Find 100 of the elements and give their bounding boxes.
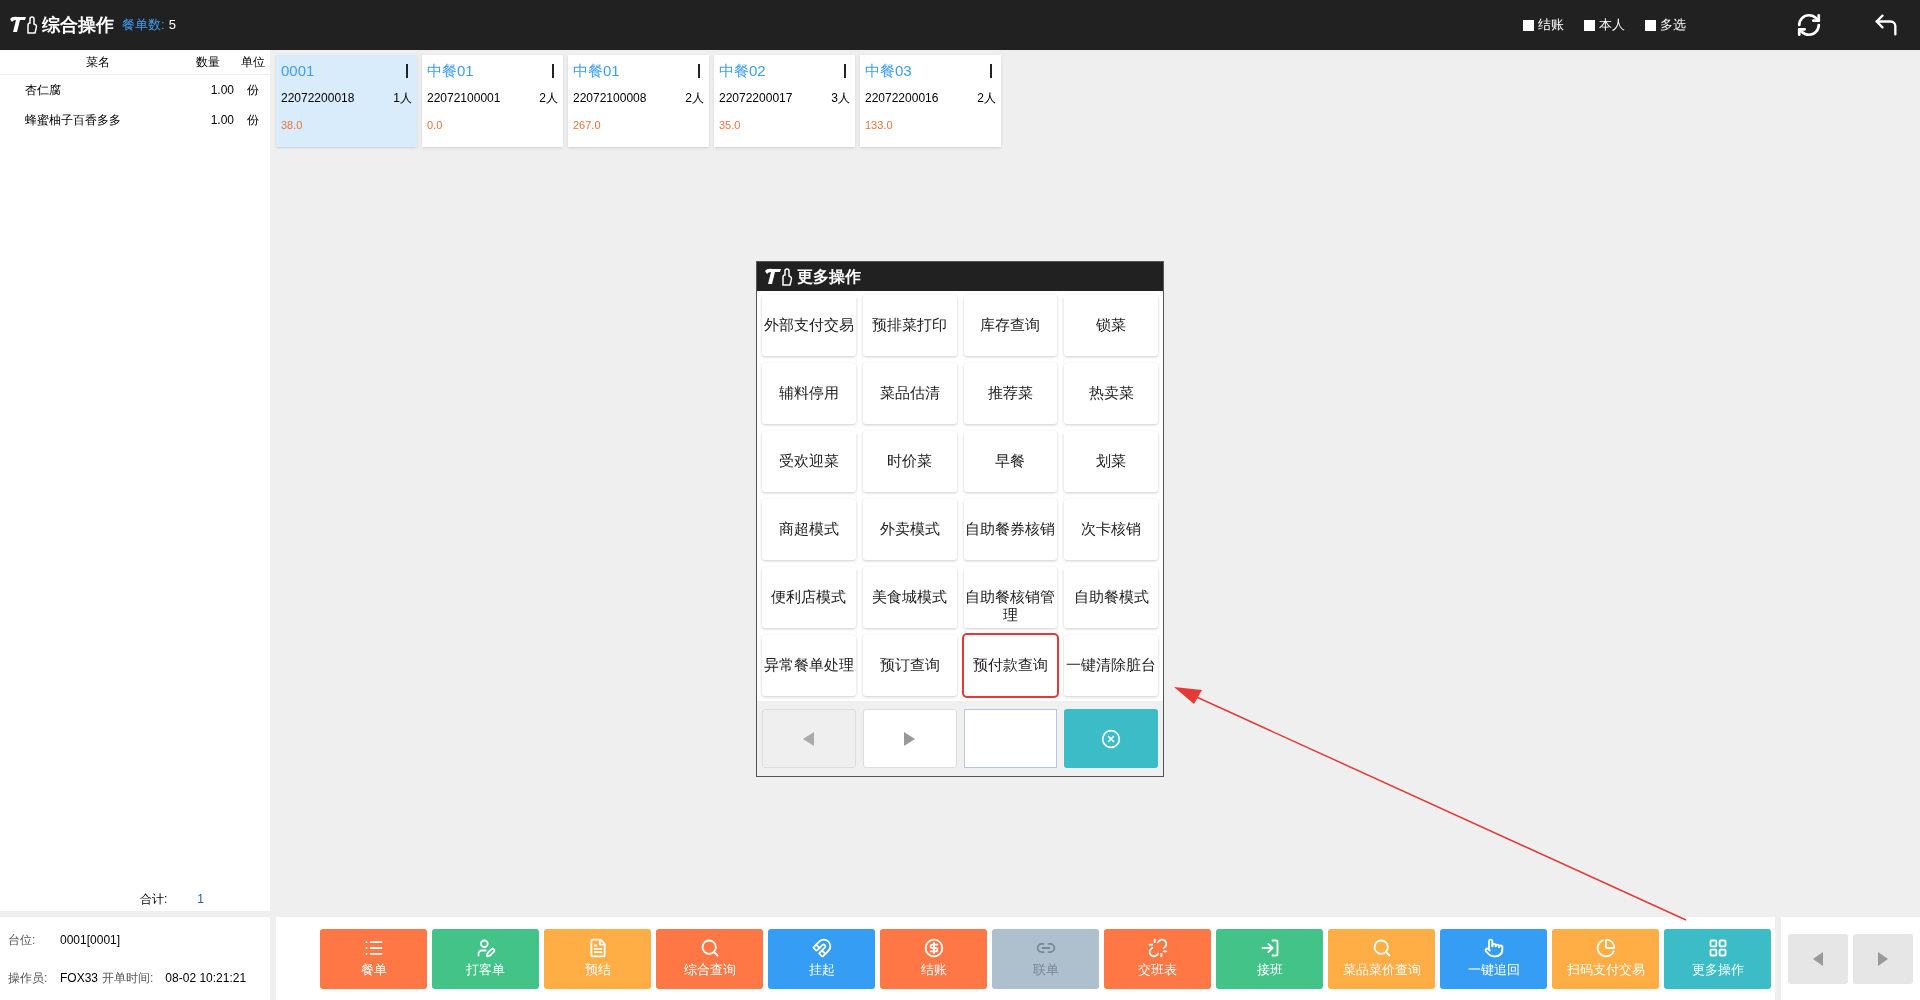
operation-button[interactable]: 一键清除脏台 — [1064, 635, 1158, 696]
left-triangle-icon — [803, 731, 815, 746]
total-label: 合计: — [140, 891, 168, 908]
column-header: 数量 — [195, 54, 220, 71]
search-icon — [699, 937, 720, 958]
operation-button[interactable]: 次卡核销 — [1064, 499, 1158, 560]
right-triangle-icon — [904, 731, 916, 746]
note-icon — [587, 937, 608, 958]
dialog-logo-icon — [763, 266, 793, 287]
guest-count: 3人 — [831, 89, 850, 107]
operation-button[interactable]: 自助餐核销管理 — [963, 567, 1058, 628]
refresh-icon[interactable] — [1796, 12, 1822, 38]
column-header: 单位 — [240, 54, 265, 71]
operator-value: FOX33 — [60, 969, 98, 987]
dish-unit: 份 — [246, 82, 259, 99]
person-pen-icon — [475, 937, 496, 958]
order-amount: 0.0 — [427, 117, 444, 133]
order-number: 22072100008 — [573, 89, 647, 107]
operation-button[interactable]: 热卖菜 — [1064, 363, 1158, 424]
operation-button[interactable]: 菜品估清 — [862, 363, 957, 424]
operation-button[interactable]: 辅料停用 — [762, 363, 856, 424]
order-amount: 267.0 — [573, 117, 602, 133]
table-label: 台位: — [8, 931, 37, 949]
operation-button[interactable]: 库存查询 — [963, 295, 1058, 356]
dish-quantity: 1.00 — [209, 82, 234, 99]
order-card[interactable]: 0001 22072200018 1人 38.0 — [276, 55, 417, 147]
open-time-value: 08-02 10:21:21 — [165, 969, 247, 987]
broken-link-icon — [1147, 937, 1168, 958]
order-count: 5 — [168, 16, 176, 35]
checkbox[interactable] — [1523, 19, 1534, 31]
operator-label: 操作员: — [8, 969, 49, 987]
left-triangle-icon — [1813, 951, 1823, 966]
pointing-hand-icon — [1483, 937, 1504, 958]
dish-quantity: 1.00 — [209, 112, 234, 129]
guest-count: 2人 — [539, 89, 558, 107]
operation-button[interactable]: 美食城模式 — [862, 567, 957, 628]
operation-button[interactable]: 预排菜打印 — [862, 295, 957, 356]
operation-button[interactable]: 外部支付交易 — [762, 295, 856, 356]
order-number: 22072200017 — [719, 89, 793, 107]
magnet-icon — [811, 937, 832, 958]
table-name: 中餐01 — [427, 61, 474, 81]
order-amount: 35.0 — [719, 117, 742, 133]
pie-icon — [1595, 937, 1616, 958]
dish-name: 杏仁腐 — [24, 82, 62, 99]
table-name: 中餐03 — [865, 61, 912, 81]
close-icon — [1101, 728, 1122, 749]
close-button[interactable] — [1064, 709, 1158, 768]
operation-button[interactable]: 异常餐单处理 — [762, 635, 856, 696]
operation-button[interactable]: 预订查询 — [862, 635, 957, 696]
operation-button[interactable]: 自助餐券核销 — [963, 499, 1058, 560]
checkbox[interactable] — [1584, 19, 1595, 31]
order-number: 22072100001 — [427, 89, 501, 107]
operation-button[interactable]: 推荐菜 — [963, 363, 1058, 424]
operation-button[interactable]: 商超模式 — [762, 499, 856, 560]
table-name: 中餐02 — [719, 61, 766, 81]
column-header: 菜名 — [84, 54, 111, 71]
table-name: 中餐01 — [573, 61, 620, 81]
order-card[interactable]: 中餐02 22072200017 3人 35.0 — [714, 55, 855, 147]
order-amount: 38.0 — [281, 117, 304, 133]
total-value: 1 — [197, 891, 205, 908]
order-amount: 133.0 — [865, 117, 894, 133]
order-number: 22072200018 — [281, 89, 355, 107]
operation-button[interactable]: 便利店模式 — [762, 567, 856, 628]
next-page-button[interactable] — [862, 709, 957, 768]
operation-button[interactable]: 锁菜 — [1064, 295, 1158, 356]
coin-icon — [923, 937, 944, 958]
operation-button[interactable]: 早餐 — [963, 431, 1058, 492]
grid-icon — [1707, 937, 1728, 958]
checkbox-label: 结账 — [1538, 16, 1564, 35]
next-button[interactable] — [1853, 933, 1913, 984]
operation-button[interactable]: 划菜 — [1064, 431, 1158, 492]
operation-button[interactable]: 外卖模式 — [862, 499, 957, 560]
dish-unit: 份 — [246, 112, 259, 129]
operation-button[interactable]: 时价菜 — [862, 431, 957, 492]
order-card[interactable]: 中餐03 22072200016 2人 133.0 — [860, 55, 1001, 147]
dish-name: 蜂蜜柚子百香多多 — [24, 112, 122, 129]
dialog-title: 更多操作 — [797, 266, 861, 287]
order-number: 22072200016 — [865, 89, 939, 107]
table-value: 0001[0001] — [60, 931, 121, 949]
open-time-label: 开单时间: — [102, 969, 154, 987]
checkbox-label: 本人 — [1599, 16, 1625, 35]
guest-count: 2人 — [977, 89, 996, 107]
order-count-label: 餐单数: — [122, 16, 165, 35]
order-card[interactable]: 中餐01 22072100001 2人 0.0 — [422, 55, 563, 147]
operation-button[interactable]: 预付款查询 — [963, 635, 1058, 696]
previous-button[interactable] — [1788, 933, 1848, 984]
right-triangle-icon — [1878, 951, 1888, 966]
operation-button[interactable]: 自助餐模式 — [1064, 567, 1158, 628]
checkbox[interactable] — [1645, 19, 1656, 31]
checkbox-label: 多选 — [1660, 16, 1686, 35]
guest-count: 1人 — [393, 89, 412, 107]
logo-icon — [8, 15, 38, 35]
input-field[interactable] — [963, 709, 1058, 768]
order-card[interactable]: 中餐01 22072100008 2人 267.0 — [568, 55, 709, 147]
person-arrow-icon — [1259, 937, 1280, 958]
table-name: 0001 — [281, 61, 315, 81]
search-icon — [1371, 937, 1392, 958]
operation-button[interactable]: 受欢迎菜 — [762, 431, 856, 492]
page-title: 综合操作 — [42, 13, 114, 37]
guest-count: 2人 — [685, 89, 704, 107]
